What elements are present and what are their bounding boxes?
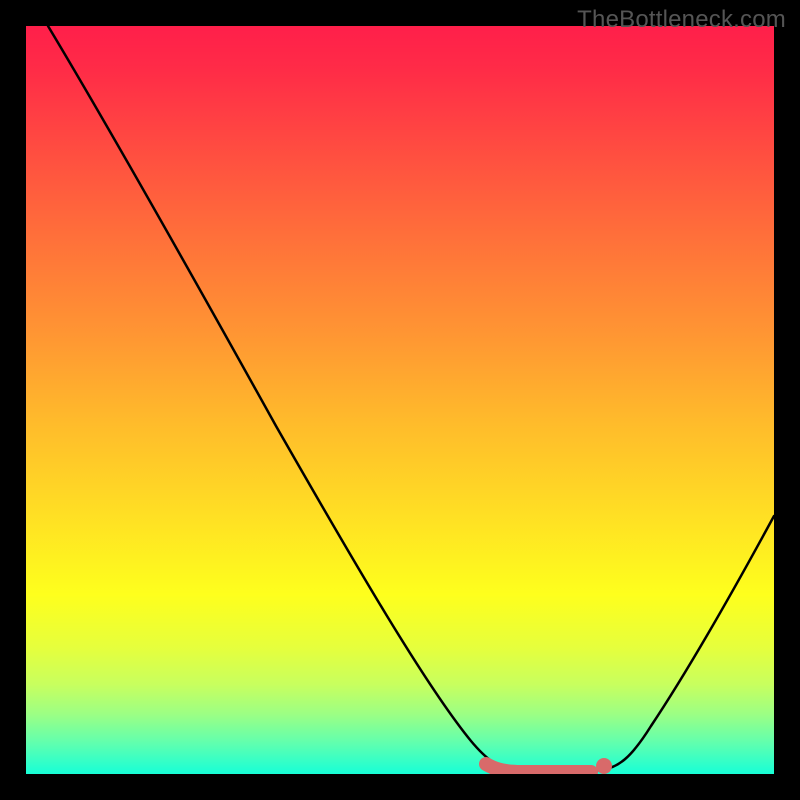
bottleneck-curve — [48, 26, 774, 772]
optimal-point-dot — [596, 758, 612, 774]
curve-overlay — [26, 26, 774, 774]
plot-area — [26, 26, 774, 774]
optimal-zone-marker — [486, 764, 591, 772]
watermark-text: TheBottleneck.com — [577, 6, 786, 34]
